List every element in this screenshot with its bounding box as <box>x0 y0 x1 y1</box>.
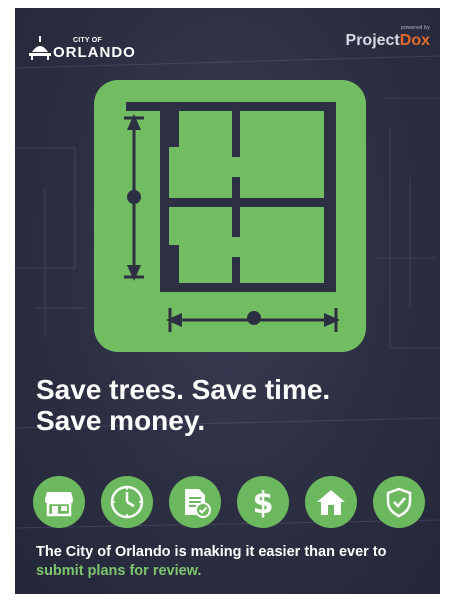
submit-plans-highlight: submit plans for review. <box>36 563 202 579</box>
document-check-icon <box>169 476 221 528</box>
projectdox-project: Project <box>345 32 400 49</box>
headline-line-1: Save trees. Save time. <box>36 374 331 405</box>
body-text: The City of Orlando is making it easier … <box>36 543 436 581</box>
storefront-icon <box>33 476 85 528</box>
benefit-icons-row: $ <box>33 476 425 532</box>
logo-orlando-text: ORLANDO <box>53 44 136 61</box>
headline: Save trees. Save time. Save money. <box>36 374 436 436</box>
poster: CITY OF ORLANDO powered by ProjectDox Sa… <box>15 8 440 594</box>
logo-city-of: CITY OF <box>73 37 102 44</box>
projectdox-dox: Dox <box>399 32 430 49</box>
projectdox-wordmark: ProjectDox <box>346 33 430 49</box>
clock-icon <box>101 476 153 528</box>
dollar-icon: $ <box>237 476 289 528</box>
body-text-main: The City of Orlando is making it easier … <box>36 544 387 560</box>
shield-check-icon <box>373 476 425 528</box>
svg-text:$: $ <box>253 486 274 519</box>
city-of-orlando-logo: CITY OF ORLANDO <box>29 26 136 60</box>
city-hall-icon <box>29 36 51 60</box>
powered-by-label: powered by <box>401 25 430 31</box>
house-icon <box>305 476 357 528</box>
headline-line-2: Save money. <box>36 405 206 436</box>
projectdox-logo: powered by ProjectDox <box>346 26 430 49</box>
floor-plan-icon <box>94 80 366 352</box>
